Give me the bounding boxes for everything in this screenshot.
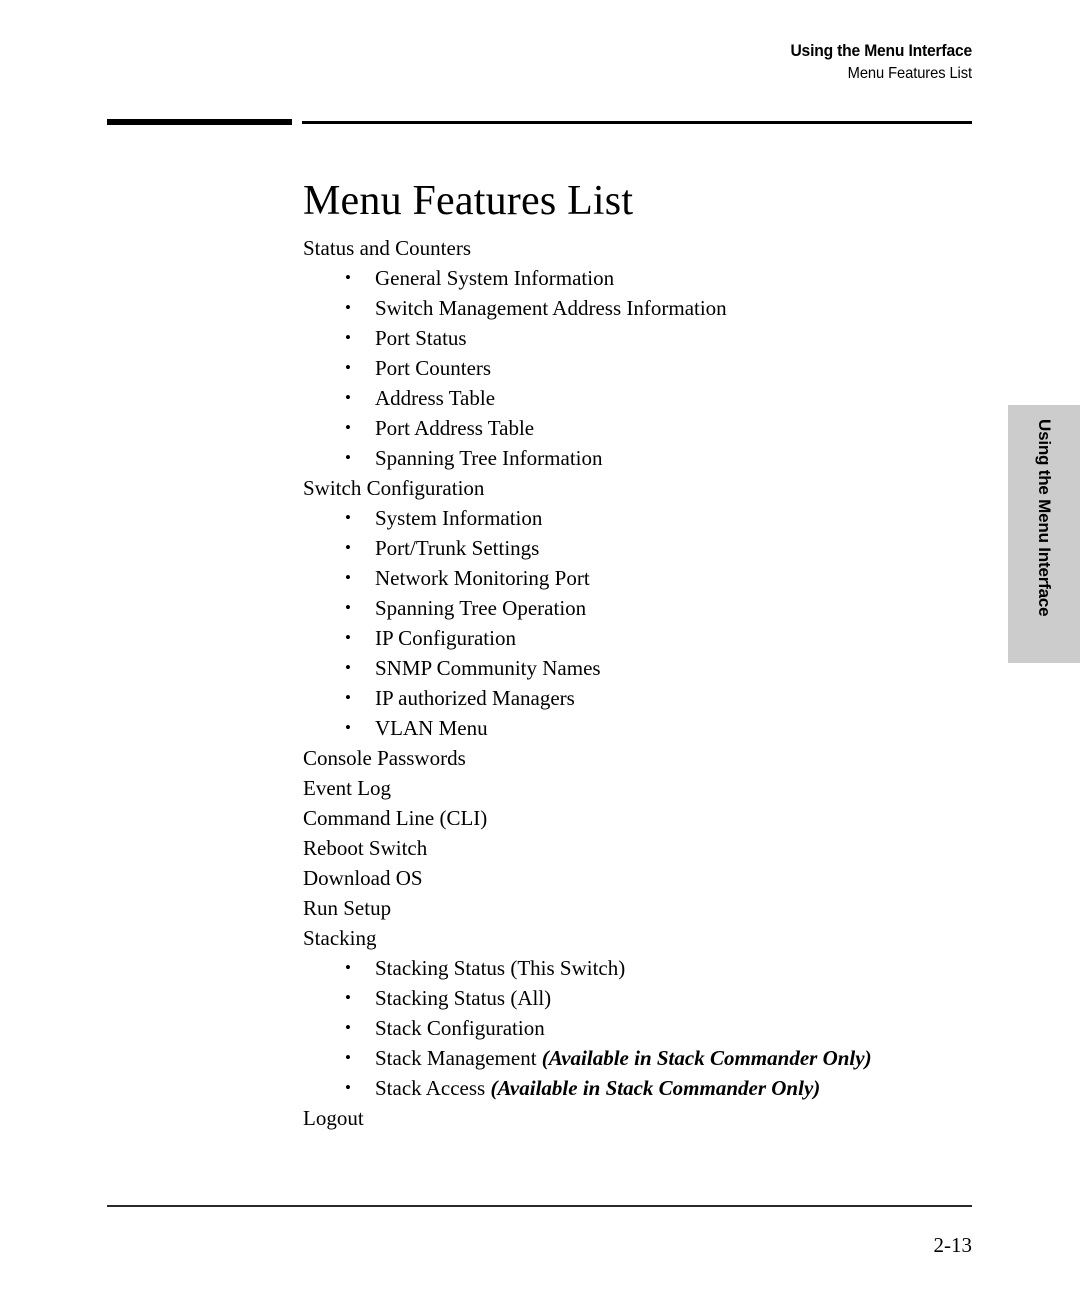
menu-item-label: VLAN Menu xyxy=(375,716,488,740)
bullet-icon: • xyxy=(345,1048,351,1067)
header-rule-thin xyxy=(302,121,972,124)
menu-item: • Spanning Tree Operation xyxy=(303,593,963,623)
menu-item-label: Spanning Tree Operation xyxy=(375,596,587,620)
menu-category: Status and Counters xyxy=(303,236,471,260)
bullet-icon: • xyxy=(345,358,351,377)
menu-item: • General System Information xyxy=(303,263,963,293)
menu-item-label: General System Information xyxy=(375,266,615,290)
menu-item-label: Address Table xyxy=(375,386,496,410)
menu-item-label: Stack Management (Available in Stack Com… xyxy=(375,1046,872,1070)
menu-item-label: Stack Access (Available in Stack Command… xyxy=(375,1076,821,1100)
bullet-icon: • xyxy=(345,688,351,707)
bullet-icon: • xyxy=(345,718,351,737)
menu-category: Reboot Switch xyxy=(303,836,428,860)
menu-item: • SNMP Community Names xyxy=(303,653,963,683)
menu-item: • System Information xyxy=(303,503,963,533)
page-title: Menu Features List xyxy=(303,178,634,225)
menu-item: • Address Table xyxy=(303,383,963,413)
menu-item-label: Port Status xyxy=(375,326,467,350)
menu-item-label: Port Counters xyxy=(375,356,492,380)
bullet-icon: • xyxy=(345,598,351,617)
menu-item-label: SNMP Community Names xyxy=(375,656,601,680)
menu-item: • Spanning Tree Information xyxy=(303,443,963,473)
menu-category: Run Setup xyxy=(303,896,392,920)
bullet-icon: • xyxy=(345,988,351,1007)
bullet-icon: • xyxy=(345,658,351,677)
menu-category: Logout xyxy=(303,1106,364,1130)
menu-category: Command Line (CLI) xyxy=(303,806,488,830)
bullet-icon: • xyxy=(345,418,351,437)
menu-item: • Stacking Status (This Switch) xyxy=(303,953,963,983)
bullet-icon: • xyxy=(345,508,351,527)
menu-item: • Port Status xyxy=(303,323,963,353)
bullet-icon: • xyxy=(345,568,351,587)
bullet-icon: • xyxy=(345,388,351,407)
bullet-icon: • xyxy=(345,448,351,467)
menu-item: • Port/Trunk Settings xyxy=(303,533,963,563)
menu-category: Switch Configuration xyxy=(303,476,485,500)
menu-category: Event Log xyxy=(303,776,392,800)
bullet-icon: • xyxy=(345,298,351,317)
bullet-icon: • xyxy=(345,328,351,347)
menu-item: • Port Address Table xyxy=(303,413,963,443)
menu-item-label: IP Configuration xyxy=(375,626,516,650)
menu-item-label: IP authorized Managers xyxy=(375,686,575,710)
running-header-section: Menu Features List xyxy=(847,65,972,82)
menu-item: • VLAN Menu xyxy=(303,713,963,743)
menu-item-label: Port Address Table xyxy=(375,416,535,440)
bullet-icon: • xyxy=(345,268,351,287)
menu-item-label: Stacking Status (All) xyxy=(375,986,552,1010)
side-thumb-tab-label: Using the Menu Interface xyxy=(1035,419,1054,617)
menu-item-label: Stacking Status (This Switch) xyxy=(375,956,626,980)
menu-item-label: Switch Management Address Information xyxy=(375,296,727,320)
menu-item: • Network Monitoring Port xyxy=(303,563,963,593)
menu-item-label: System Information xyxy=(375,506,543,530)
side-thumb-tab: Using the Menu Interface xyxy=(1008,405,1080,663)
menu-category: Download OS xyxy=(303,866,423,890)
menu-item-label: Port/Trunk Settings xyxy=(375,536,540,560)
menu-features-list: Status and Counters • General System Infor… xyxy=(303,233,963,1133)
menu-item: • Stack Configuration xyxy=(303,1013,963,1043)
bullet-icon: • xyxy=(345,958,351,977)
menu-item-label: Spanning Tree Information xyxy=(375,446,603,470)
page-number: 2-13 xyxy=(933,1233,973,1257)
running-header-chapter: Using the Menu Interface xyxy=(790,41,972,60)
menu-item-label: Stack Configuration xyxy=(375,1016,545,1040)
menu-category: Stacking xyxy=(303,926,377,950)
menu-item: • IP authorized Managers xyxy=(303,683,963,713)
menu-item-label: Network Monitoring Port xyxy=(375,566,590,590)
running-header: Using the Menu Interface Menu Features L… xyxy=(0,40,972,85)
bullet-icon: • xyxy=(345,1078,351,1097)
menu-item: • Stack Access (Available in Stack Comman… xyxy=(303,1073,963,1103)
menu-item: • Stacking Status (All) xyxy=(303,983,963,1013)
menu-item-note: (Available in Stack Commander Only) xyxy=(536,1046,872,1070)
menu-item-note: (Available in Stack Commander Only) xyxy=(485,1076,821,1100)
bullet-icon: • xyxy=(345,538,351,557)
menu-item: • IP Configuration xyxy=(303,623,963,653)
header-rule-thick xyxy=(107,119,292,125)
menu-item: • Port Counters xyxy=(303,353,963,383)
menu-category: Console Passwords xyxy=(303,746,466,770)
menu-item: • Switch Management Address Information xyxy=(303,293,963,323)
bullet-icon: • xyxy=(345,628,351,647)
footer-rule xyxy=(107,1205,972,1207)
bullet-icon: • xyxy=(345,1018,351,1037)
menu-item: • Stack Management (Available in Stack Co… xyxy=(303,1043,963,1073)
